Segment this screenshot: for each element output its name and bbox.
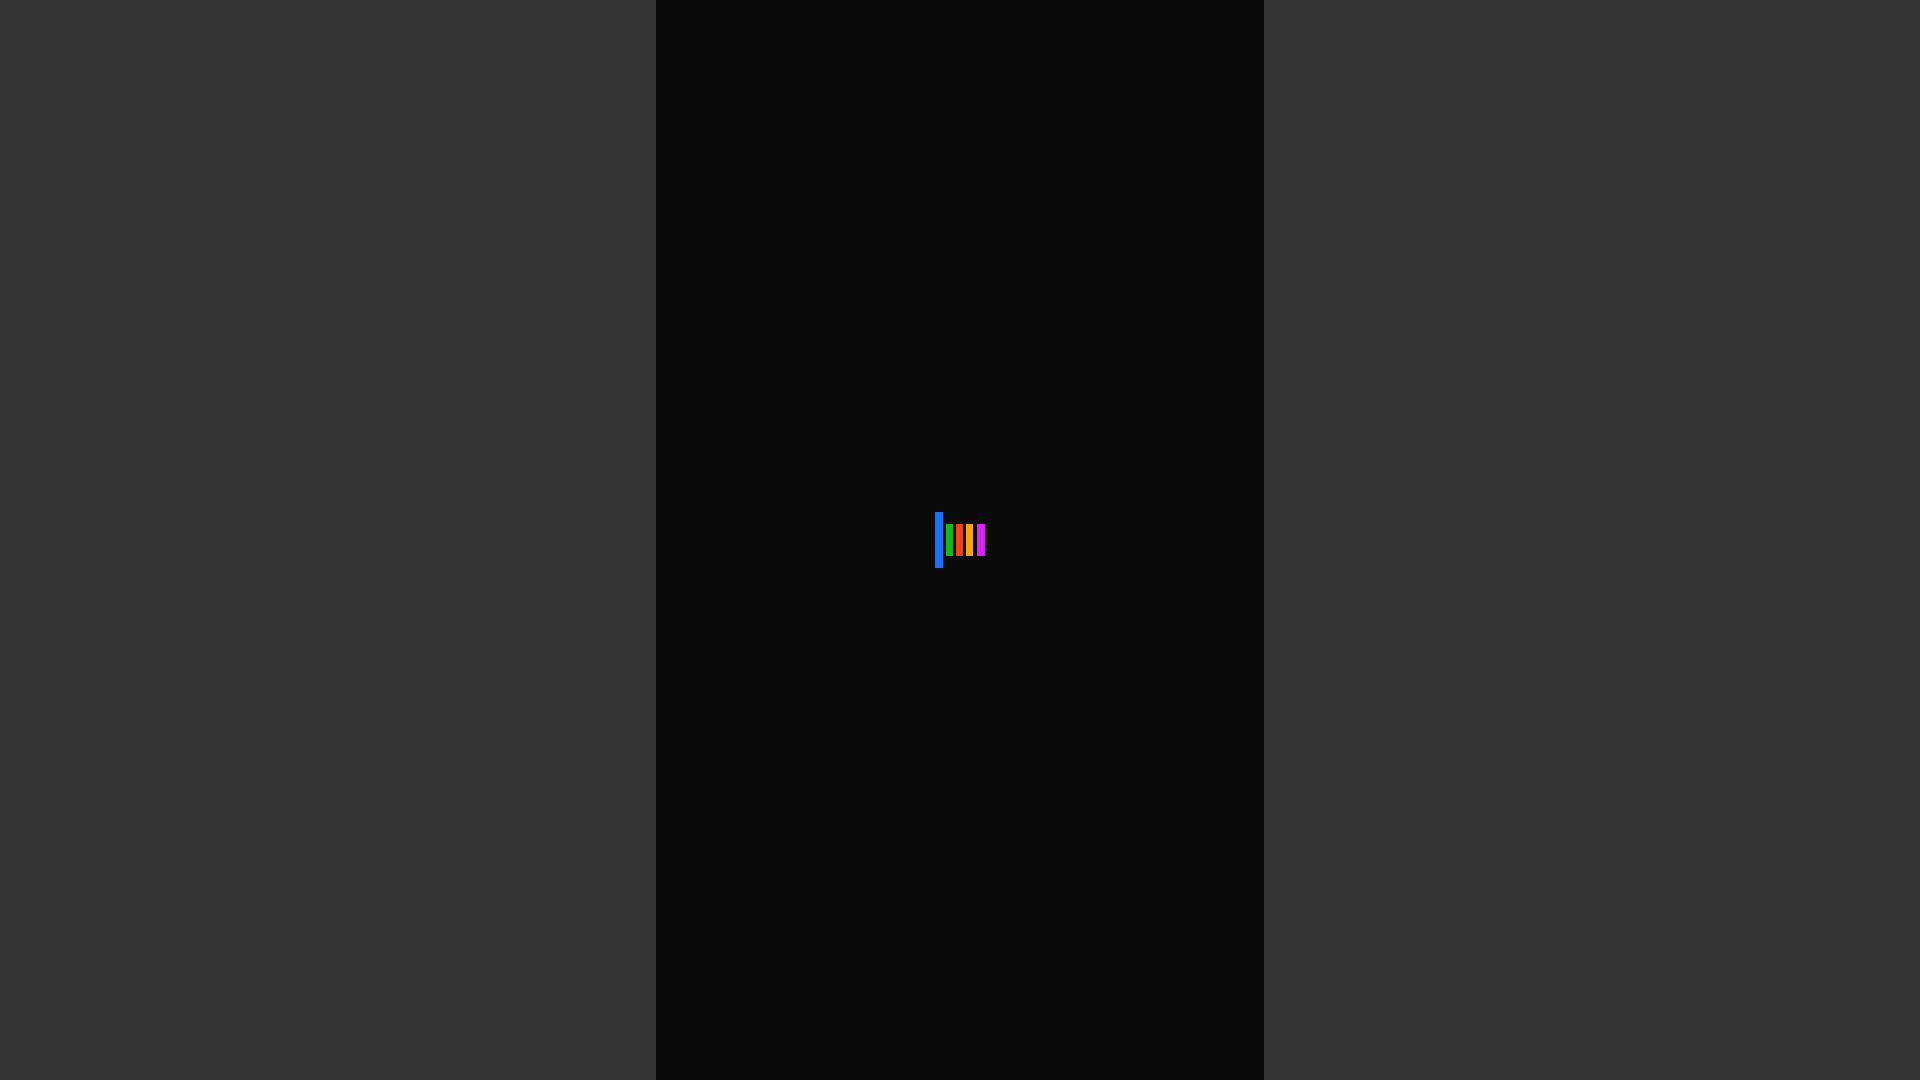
loader-bar-red (956, 524, 963, 556)
loading-bars-icon (935, 512, 985, 568)
loader-bar-magenta (977, 524, 985, 556)
desktop-background (0, 0, 1920, 1080)
loader-bar-orange (966, 524, 973, 556)
loader-bar-blue (935, 512, 943, 568)
loader-bar-green (946, 524, 953, 556)
